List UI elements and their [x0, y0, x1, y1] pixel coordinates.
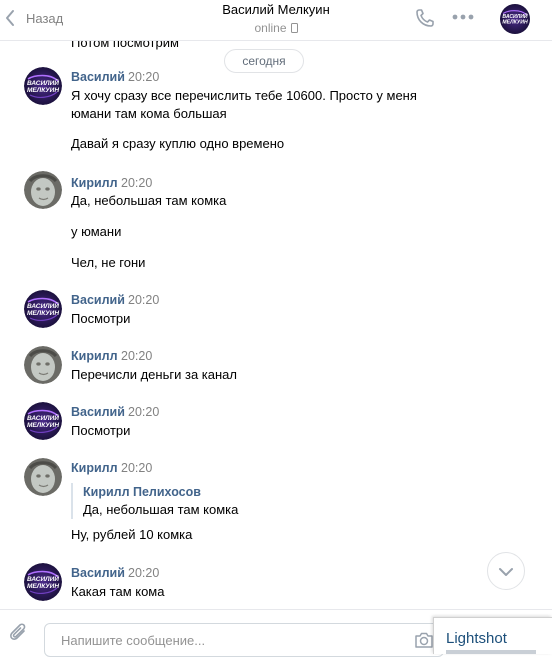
svg-text:МЕЛКУИН: МЕЛКУИН: [27, 422, 59, 429]
message-text: Посмотри: [71, 311, 131, 326]
avatar-vasiliy[interactable]: ВАСИЛИЙ МЕЛКУИН: [24, 402, 62, 440]
svg-text:ВАСИЛИЙ: ВАСИЛИЙ: [27, 574, 59, 583]
avatar-vasiliy[interactable]: ВАСИЛИЙ МЕЛКУИН: [24, 290, 62, 328]
message-text: Потом посмотрим: [71, 41, 179, 50]
online-status: online: [0, 20, 552, 36]
chat-avatar[interactable]: ВАСИЛИЙ МЕЛКУИН: [500, 4, 530, 34]
date-divider: сегодня: [224, 49, 304, 73]
message-time[interactable]: 20:20: [128, 405, 159, 419]
paperclip-icon[interactable]: [8, 622, 30, 646]
message-author[interactable]: Василий: [71, 566, 125, 580]
message-time[interactable]: 20:20: [128, 566, 159, 580]
more-icon[interactable]: [452, 14, 474, 20]
svg-text:ВАСИЛИЙ: ВАСИЛИЙ: [27, 413, 59, 422]
lightshot-title: Lightshot: [446, 630, 507, 647]
message-text: Да, небольшая там комка: [71, 193, 227, 208]
message-text: Давай я сразу куплю одно времено: [71, 136, 285, 151]
message-input-box[interactable]: [44, 623, 444, 657]
message-text: Какая там кома: [71, 584, 165, 599]
message-time[interactable]: 20:20: [128, 70, 159, 84]
avatar-vasiliy[interactable]: ВАСИЛИЙ МЕЛКУИН: [24, 563, 62, 601]
svg-text:МЕЛКУИН: МЕЛКУИН: [27, 583, 59, 590]
svg-text:ВАСИЛИЙ: ВАСИЛИЙ: [27, 78, 59, 87]
avatar-kirill[interactable]: [24, 171, 62, 209]
svg-text:МЕЛКУИН: МЕЛКУИН: [27, 87, 59, 94]
quote-author[interactable]: Кирилл Пелихосов: [83, 483, 238, 501]
message-author[interactable]: Василий: [71, 70, 125, 84]
message-time[interactable]: 20:20: [121, 461, 152, 475]
message-feed[interactable]: Потом посмотрим сегодня ВАСИЛИЙ МЕЛКУИН В…: [0, 41, 552, 609]
message-time[interactable]: 20:20: [128, 293, 159, 307]
lightshot-subtitle-bar: [446, 650, 536, 654]
message-text: юмани там кома большая: [71, 106, 227, 121]
message-author[interactable]: Кирилл: [71, 176, 118, 190]
message-author[interactable]: Кирилл: [71, 349, 118, 363]
message-text: Посмотри: [71, 423, 131, 438]
avatar-kirill[interactable]: [24, 346, 62, 384]
chat-header: Назад Василий Мелкуин online ВАСИЛИЙ МЕЛ…: [0, 0, 552, 41]
svg-text:ВАСИЛИЙ: ВАСИЛИЙ: [27, 301, 59, 310]
svg-text:МЕЛКУИН: МЕЛКУИН: [27, 310, 59, 317]
camera-icon[interactable]: [413, 629, 435, 651]
message-text: Перечисли деньги за канал: [71, 367, 237, 382]
message-text: Ну, рублей 10 комка: [71, 527, 193, 542]
message-time[interactable]: 20:20: [121, 349, 152, 363]
message-author[interactable]: Кирилл: [71, 461, 118, 475]
message-author[interactable]: Василий: [71, 293, 125, 307]
svg-text:МЕЛКУИН: МЕЛКУИН: [502, 20, 528, 26]
message-author[interactable]: Василий: [71, 405, 125, 419]
quote-text: Да, небольшая там комка: [83, 502, 239, 517]
message-text: Я хочу сразу все перечислить тебе 10600.…: [71, 88, 417, 103]
message-time[interactable]: 20:20: [121, 176, 152, 190]
avatar-vasiliy[interactable]: ВАСИЛИЙ МЕЛКУИН: [24, 67, 62, 105]
scroll-down-button[interactable]: [487, 552, 525, 590]
reply-quote[interactable]: Кирилл Пелихосов Да, небольшая там комка: [71, 483, 238, 519]
message-text: у юмани: [71, 224, 122, 239]
message-input[interactable]: [59, 624, 413, 656]
chevron-down-icon: [499, 568, 513, 576]
avatar-kirill[interactable]: [24, 458, 62, 496]
phone-call-icon[interactable]: [414, 7, 436, 29]
mobile-icon: [290, 23, 298, 33]
message-text: Чел, не гони: [71, 255, 146, 270]
lightshot-popup[interactable]: Lightshot: [433, 617, 552, 654]
